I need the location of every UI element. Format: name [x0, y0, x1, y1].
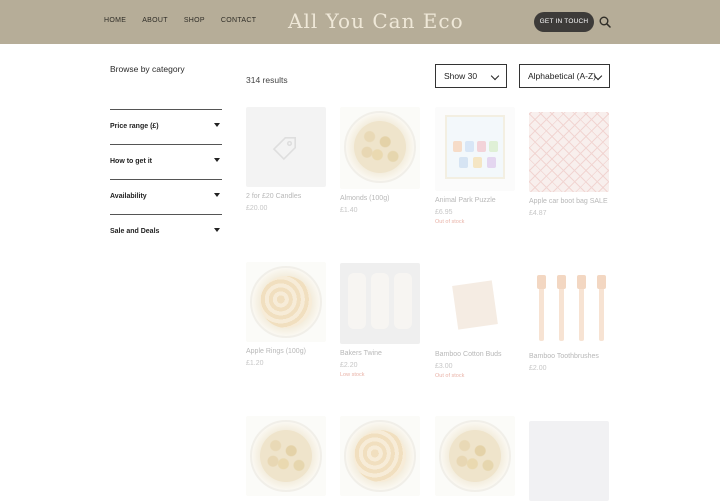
product-name[interactable]: Almonds (100g)	[340, 195, 420, 202]
product-image[interactable]	[435, 107, 515, 191]
site-header: HOME ABOUT SHOP CONTACT All You Can Eco …	[0, 0, 720, 44]
product-image[interactable]	[529, 112, 609, 192]
twine-roll	[394, 273, 412, 329]
product-card[interactable]: Almonds (100g) £1.40	[340, 107, 420, 214]
product-image[interactable]	[246, 262, 326, 342]
select-value: Alphabetical (A-Z)	[528, 71, 597, 81]
product-card[interactable]	[246, 416, 326, 496]
toothbrush	[597, 275, 606, 341]
nav-shop-link[interactable]: SHOP	[184, 17, 205, 24]
bowl-contents-image	[260, 430, 312, 482]
product-price: £2.00	[529, 365, 547, 372]
almonds-image	[354, 121, 406, 173]
product-image[interactable]	[246, 107, 326, 187]
twine-roll	[348, 273, 366, 329]
filter-label: Sale and Deals	[110, 228, 160, 235]
search-icon[interactable]	[599, 16, 611, 28]
product-image[interactable]	[529, 267, 609, 347]
product-card[interactable]	[340, 416, 420, 496]
filter-price-range[interactable]: Price range (£)	[110, 109, 222, 144]
caret-down-icon	[214, 228, 220, 232]
filter-label: How to get it	[110, 158, 152, 165]
product-price: £3.00	[435, 363, 453, 370]
product-card[interactable]: Animal Park Puzzle £6.95 Out of stock	[435, 107, 515, 225]
product-card[interactable]: Apple Rings (100g) £1.20	[246, 262, 326, 367]
product-card[interactable]: Bamboo Toothbrushes £2.00	[529, 267, 609, 372]
product-image[interactable]	[435, 416, 515, 496]
bowl-contents-image	[449, 430, 501, 482]
puzzle-box-image	[445, 115, 505, 179]
site-logo[interactable]: All You Can Eco	[288, 9, 464, 33]
product-image[interactable]	[340, 416, 420, 496]
product-name[interactable]: Apple car boot bag SALE	[529, 198, 609, 205]
product-card[interactable]	[529, 421, 609, 501]
caret-down-icon	[214, 193, 220, 197]
product-image[interactable]	[529, 421, 609, 501]
product-name[interactable]: Animal Park Puzzle	[435, 197, 515, 204]
car-boot-bag-image	[529, 112, 609, 192]
filter-sale-and-deals[interactable]: Sale and Deals	[110, 214, 222, 249]
results-count: 314 results	[246, 75, 288, 85]
stock-status: Out of stock	[435, 373, 465, 379]
twine-roll	[371, 273, 389, 329]
product-name[interactable]: 2 for £20 Candles	[246, 193, 326, 200]
nav-about-link[interactable]: ABOUT	[142, 17, 168, 24]
get-in-touch-button[interactable]: GET IN TOUCH	[534, 12, 594, 32]
product-card[interactable]: 2 for £20 Candles £20.00	[246, 107, 326, 212]
stock-status: Low stock	[340, 372, 365, 378]
caret-down-icon	[214, 158, 220, 162]
select-value: Show 30	[444, 71, 478, 81]
product-price: £4.87	[529, 210, 547, 217]
product-price: £20.00	[246, 205, 268, 212]
product-image[interactable]	[340, 107, 420, 189]
nav-home-link[interactable]: HOME	[104, 17, 126, 24]
sort-select[interactable]: Alphabetical (A-Z)	[519, 64, 610, 88]
product-name[interactable]: Bakers Twine	[340, 350, 420, 357]
product-card[interactable]	[435, 416, 515, 496]
tag-icon	[272, 137, 296, 161]
toothbrush	[537, 275, 546, 341]
toothbrush	[557, 275, 566, 341]
product-card[interactable]: Apple car boot bag SALE £4.87	[529, 112, 609, 217]
cotton-buds-box-image	[452, 280, 498, 330]
product-price: £6.95	[435, 209, 453, 216]
product-image[interactable]	[340, 263, 420, 344]
filter-how-to-get-it[interactable]: How to get it	[110, 144, 222, 179]
product-price: £2.20	[340, 362, 358, 369]
product-card[interactable]: Bakers Twine £2.20 Low stock	[340, 263, 420, 378]
apple-rings-image	[260, 276, 312, 328]
toothbrush	[577, 275, 586, 341]
product-card[interactable]: Bamboo Cotton Buds £3.00 Out of stock	[435, 265, 515, 379]
product-name[interactable]: Bamboo Cotton Buds	[435, 351, 515, 358]
filter-label: Price range (£)	[110, 123, 159, 130]
main-nav: HOME ABOUT SHOP CONTACT	[104, 17, 256, 24]
filter-availability[interactable]: Availability	[110, 179, 222, 214]
product-image[interactable]	[435, 265, 515, 345]
product-name[interactable]: Bamboo Toothbrushes	[529, 353, 609, 360]
caret-down-icon	[214, 123, 220, 127]
product-price: £1.20	[246, 360, 264, 367]
product-name[interactable]: Apple Rings (100g)	[246, 348, 326, 355]
chevron-down-icon	[490, 71, 500, 81]
show-per-page-select[interactable]: Show 30	[435, 64, 507, 88]
product-price: £1.40	[340, 207, 358, 214]
browse-by-category-heading[interactable]: Browse by category	[110, 64, 185, 74]
filter-label: Availability	[110, 193, 147, 200]
product-image[interactable]	[246, 416, 326, 496]
stock-status: Out of stock	[435, 219, 465, 225]
bowl-contents-image	[354, 430, 406, 482]
nav-contact-link[interactable]: CONTACT	[221, 17, 256, 24]
